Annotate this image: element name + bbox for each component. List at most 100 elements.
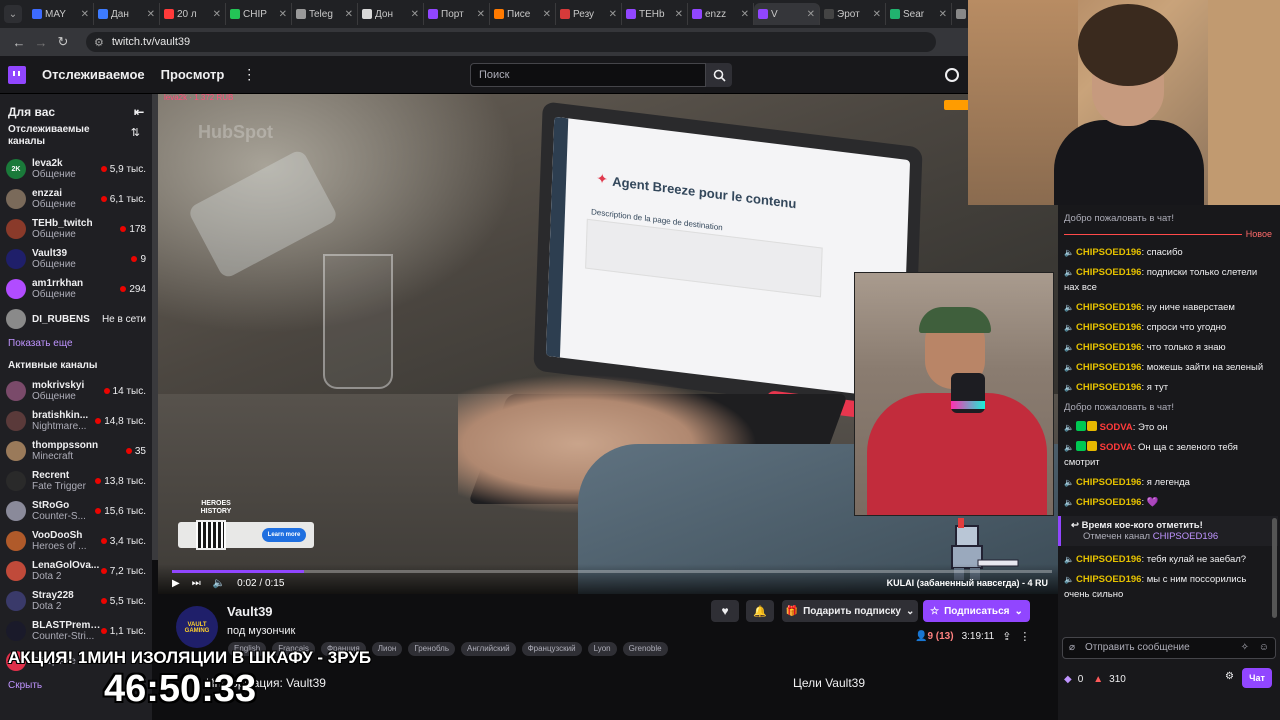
forward-icon[interactable]: → <box>30 35 52 50</box>
ad-qr-banner[interactable]: Learn more <box>178 520 314 550</box>
sidebar-channel-bratishkin...[interactable]: bratishkin... Nightmare... 14,8 тыс. <box>0 406 152 436</box>
browser-tab[interactable]: Эрот ✕ <box>820 3 886 25</box>
close-tab-icon[interactable]: ✕ <box>147 9 155 20</box>
close-tab-icon[interactable]: ✕ <box>477 9 485 20</box>
sidebar-channel-Recrent[interactable]: Recrent Fate Trigger 13,8 тыс. <box>0 466 152 496</box>
channel-name[interactable]: Vault39 <box>227 604 273 619</box>
chat-input[interactable]: Отправить сообщение ☺ ✧ ⌀ <box>1062 637 1276 659</box>
prime-crown-icon[interactable] <box>945 68 959 82</box>
close-tab-icon[interactable]: ✕ <box>81 9 89 20</box>
chat-username[interactable]: CHIPSOED196 <box>1076 497 1141 508</box>
chat-username[interactable]: CHIPSOED196 <box>1076 477 1141 488</box>
close-tab-icon[interactable]: ✕ <box>345 9 353 20</box>
close-tab-icon[interactable]: ✕ <box>807 9 815 20</box>
close-tab-icon[interactable]: ✕ <box>213 9 221 20</box>
close-tab-icon[interactable]: ✕ <box>741 9 749 20</box>
sidebar-channel-VooDooSh[interactable]: VooDooSh Heroes of ... 3,4 тыс. <box>0 526 152 556</box>
bits-icon[interactable]: ▲ <box>1093 674 1103 685</box>
show-more-link[interactable]: Показать еще <box>0 334 152 356</box>
nav-following[interactable]: Отслеживаемое <box>42 67 145 82</box>
search-button[interactable] <box>706 63 732 87</box>
browser-tab[interactable]: Дон ✕ <box>358 3 424 25</box>
notifications-button[interactable]: 🔔 <box>746 600 774 622</box>
tag-lyon[interactable]: Lyon <box>587 642 617 656</box>
tag-grenoble[interactable]: Grenoble <box>622 642 668 656</box>
chat-send-button[interactable]: Чат <box>1242 668 1272 688</box>
tag-французский[interactable]: Французский <box>521 642 582 656</box>
sidebar-channel-mokrivskyi[interactable]: mokrivskyi Общение 14 тыс. <box>0 376 152 406</box>
browser-tab[interactable]: MAY ✕ <box>28 3 94 25</box>
sidebar-channel-Stray228[interactable]: Stray228 Dota 2 5,5 тыс. <box>0 586 152 616</box>
chat-username[interactable]: CHIPSOED196 <box>1076 247 1141 258</box>
browser-tab[interactable]: V ✕ <box>754 3 820 25</box>
learn-more-button[interactable]: Learn more <box>262 528 306 542</box>
emote-icon[interactable]: ☺ <box>1259 638 1269 658</box>
close-tab-icon[interactable]: ✕ <box>939 9 947 20</box>
chat-settings-icon[interactable]: ⚙ <box>1225 671 1234 682</box>
browser-tab[interactable]: CHIP ✕ <box>226 3 292 25</box>
close-tab-icon[interactable]: ✕ <box>675 9 683 20</box>
site-info-icon[interactable]: ⚙ <box>94 36 104 49</box>
sidebar-channel-enzzai[interactable]: enzzai Общение 6,1 тыс. <box>0 184 152 214</box>
reload-icon[interactable]: ↻ <box>52 34 74 50</box>
chat-username[interactable]: CHIPSOED196 <box>1076 342 1141 353</box>
chat-username[interactable]: CHIPSOED196 <box>1076 322 1141 333</box>
browser-tab[interactable]: 20 л ✕ <box>160 3 226 25</box>
browser-tab[interactable]: Teleg ✕ <box>292 3 358 25</box>
twitch-logo-icon[interactable] <box>8 65 26 84</box>
progress-bar[interactable] <box>172 570 1052 573</box>
volume-icon[interactable]: 🔈 <box>213 578 225 589</box>
bits-sparkle-icon[interactable]: ✧ <box>1241 638 1249 658</box>
sidebar-channel-BLASTPremi...[interactable]: BLASTPremi... Counter-Stri... 1,1 тыс. <box>0 616 152 646</box>
close-tab-icon[interactable]: ✕ <box>543 9 551 20</box>
browser-tab[interactable]: Резу ✕ <box>556 3 622 25</box>
sidebar-channel-leva2k[interactable]: 2K leva2k Общение 5,9 тыс. <box>0 154 152 184</box>
share-icon[interactable]: ⇪ <box>1002 630 1011 643</box>
subscribe-button[interactable]: ☆ Подписаться ⌄ <box>923 600 1030 622</box>
tag-лион[interactable]: Лион <box>371 642 403 656</box>
mention-name[interactable]: CHIPSOED196 <box>1153 531 1218 542</box>
chat-username[interactable]: CHIPSOED196 <box>1076 382 1141 393</box>
url-field[interactable]: ⚙ twitch.tv/vault39 <box>86 32 936 52</box>
tag-английский[interactable]: Английский <box>461 642 516 656</box>
browser-tab[interactable]: Писе ✕ <box>490 3 556 25</box>
play-icon[interactable]: ▶ <box>172 578 180 589</box>
chat-username[interactable]: CHIPSOED196 <box>1076 574 1141 585</box>
chat-username[interactable]: CHIPSOED196 <box>1076 302 1141 313</box>
chat-scrollbar[interactable] <box>1272 518 1277 618</box>
nav-browse[interactable]: Просмотр <box>161 67 225 82</box>
follow-button[interactable]: ♥ <box>711 600 739 622</box>
close-tab-icon[interactable]: ✕ <box>279 9 287 20</box>
tab-list-dropdown-icon[interactable]: ⌄ <box>4 5 22 23</box>
chat-settings-left-icon[interactable]: ⌀ <box>1069 638 1075 658</box>
channel-avatar[interactable]: VAULT GAMING <box>176 606 218 648</box>
more-menu-icon[interactable]: ⋮ <box>242 66 256 83</box>
video-player[interactable]: HubSpot ✦ Agent Breeze pour le contenu D… <box>158 94 1058 594</box>
browser-tab[interactable]: TEHb ✕ <box>622 3 688 25</box>
sidebar-channel-am1rrkhan[interactable]: am1rrkhan Общение 294 <box>0 274 152 304</box>
browser-tab[interactable]: enzz ✕ <box>688 3 754 25</box>
sort-icon[interactable]: ⇅ <box>131 126 140 139</box>
more-options-icon[interactable]: ⋮ <box>1019 630 1030 643</box>
browser-tab[interactable]: Sear ✕ <box>886 3 952 25</box>
close-tab-icon[interactable]: ✕ <box>609 9 617 20</box>
skip-icon[interactable]: ⏭ <box>192 578 201 589</box>
chat-username[interactable]: CHIPSOED196 <box>1076 362 1141 373</box>
channel-points-icon[interactable]: ◆ <box>1064 674 1072 685</box>
gift-sub-button[interactable]: 🎁 Подарить подписку ⌄ <box>782 600 918 622</box>
chat-username[interactable]: SODVA <box>1100 422 1133 433</box>
collapse-sidebar-icon[interactable]: ⇤ <box>134 105 144 119</box>
tag-гренобль[interactable]: Гренобль <box>408 642 456 656</box>
chat-username[interactable]: CHIPSOED196 <box>1076 554 1141 565</box>
sidebar-channel-TEHb_twitch[interactable]: TEHb_twitch Общение 178 <box>0 214 152 244</box>
browser-tab[interactable]: Дан ✕ <box>94 3 160 25</box>
chat-username[interactable]: SODVA <box>1100 442 1133 453</box>
back-icon[interactable]: ← <box>8 35 30 50</box>
sidebar-channel-StRoGo[interactable]: StRoGo Counter-S... 15,6 тыс. <box>0 496 152 526</box>
sidebar-channel-DI_RUBENS[interactable]: DI_RUBENS Не в сети <box>0 304 152 334</box>
sidebar-channel-Vault39[interactable]: Vault39 Общение 9 <box>0 244 152 274</box>
browser-tab[interactable]: Порт ✕ <box>424 3 490 25</box>
sidebar-channel-LenaGolOva...[interactable]: LenaGolOva... Dota 2 7,2 тыс. <box>0 556 152 586</box>
chat-username[interactable]: CHIPSOED196 <box>1076 267 1141 278</box>
close-tab-icon[interactable]: ✕ <box>873 9 881 20</box>
